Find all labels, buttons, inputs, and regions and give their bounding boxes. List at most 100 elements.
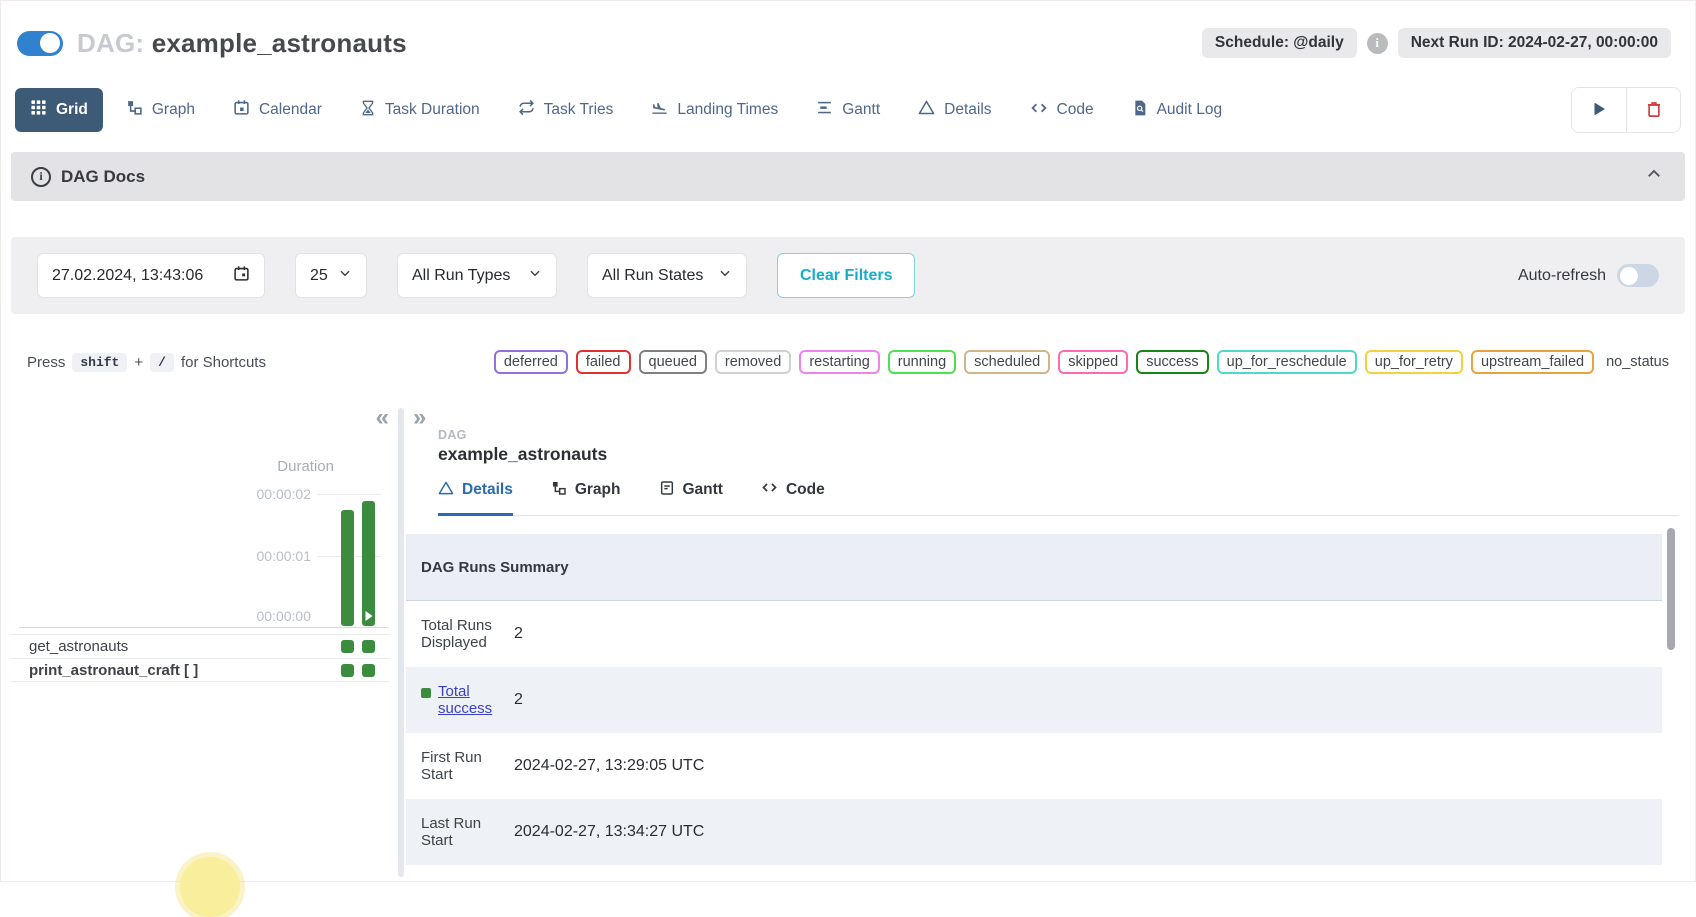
chevron-up-icon[interactable]: [1645, 165, 1663, 188]
panel-kicker: DAG: [438, 428, 1695, 442]
clear-filters-button[interactable]: Clear Filters: [777, 253, 915, 298]
play-icon: [1590, 100, 1608, 121]
triangle-icon: [438, 480, 454, 501]
task-list: get_astronauts print_astronaut_craft [ ]: [11, 634, 389, 682]
page-size-select[interactable]: 25: [295, 253, 367, 298]
task-instance-square[interactable]: [362, 664, 375, 677]
y-tick: 00:00:01: [191, 548, 311, 564]
state-legend: deferred failed queued removed restartin…: [494, 350, 1669, 374]
shortcuts-text: for Shortcuts: [181, 354, 266, 371]
plane-landing-icon: [651, 99, 668, 121]
task-name[interactable]: print_astronaut_craft [ ]: [11, 662, 198, 679]
state-badge-restarting[interactable]: restarting: [799, 350, 879, 374]
tab-gantt[interactable]: Gantt: [659, 479, 723, 516]
graph-icon: [551, 480, 567, 501]
state-badge-running[interactable]: running: [888, 350, 956, 374]
tab-gantt[interactable]: Gantt: [801, 88, 895, 132]
tab-task-duration[interactable]: Task Duration: [345, 89, 495, 132]
grid-panel: « Duration 00:00:02 00:00:01 00:00:00 ge…: [11, 400, 391, 877]
dag-name: example_astronauts: [152, 28, 407, 58]
state-badge-upstream-failed[interactable]: upstream_failed: [1471, 350, 1594, 374]
tab-task-tries[interactable]: Task Tries: [503, 88, 629, 132]
table-row: First Run Start 2024-02-27, 13:29:05 UTC: [406, 733, 1662, 799]
tab-label: Gantt: [683, 481, 723, 499]
table-row: Last Run Start 2024-02-27, 13:34:27 UTC: [406, 799, 1662, 865]
state-badge-failed[interactable]: failed: [576, 350, 631, 374]
dag-pause-toggle[interactable]: [17, 31, 63, 56]
main-area: « Duration 00:00:02 00:00:01 00:00:00 ge…: [1, 400, 1695, 877]
shift-key: shift: [72, 353, 127, 372]
filter-bar: 27.02.2024, 13:43:06 25 All Run Types Al…: [11, 237, 1685, 314]
doc-icon: [659, 480, 675, 501]
details-tabs: Details Graph Gantt Code: [438, 479, 1679, 516]
grid-icon: [30, 99, 47, 121]
dag-docs-bar[interactable]: i DAG Docs: [11, 152, 1685, 201]
vertical-scrollbar[interactable]: [1667, 528, 1675, 650]
run-types-select[interactable]: All Run Types: [397, 253, 557, 298]
task-instance-square[interactable]: [341, 664, 354, 677]
row-value: 2: [514, 691, 523, 709]
base-date-input[interactable]: 27.02.2024, 13:43:06: [37, 253, 265, 298]
row-label: Last Run Start: [406, 805, 514, 859]
state-badge-deferred[interactable]: deferred: [494, 350, 568, 374]
tab-details[interactable]: Details: [903, 88, 1006, 132]
row-label: Total Runs Displayed: [406, 607, 514, 661]
table-row: Total success 2: [406, 667, 1662, 733]
task-row[interactable]: print_astronaut_craft [ ]: [11, 658, 389, 682]
graph-icon: [126, 99, 143, 121]
total-success-link[interactable]: Total success: [438, 683, 514, 717]
tab-grid[interactable]: Grid: [15, 88, 103, 132]
state-badge-scheduled[interactable]: scheduled: [964, 350, 1050, 374]
task-row[interactable]: get_astronauts: [11, 634, 389, 658]
panel-resize-handle[interactable]: [398, 408, 404, 877]
details-panel: » DAG example_astronauts Details Graph G…: [391, 400, 1695, 877]
duration-axis-title: Duration: [191, 458, 334, 475]
trash-icon: [1645, 100, 1663, 121]
repeat-icon: [518, 99, 535, 121]
tab-audit-log[interactable]: Audit Log: [1117, 89, 1238, 132]
calendar-icon[interactable]: [233, 265, 250, 287]
state-badge-up-for-reschedule[interactable]: up_for_reschedule: [1217, 350, 1357, 374]
hourglass-icon: [360, 100, 376, 121]
collapse-panel-icon[interactable]: «: [376, 406, 389, 430]
task-instance-square[interactable]: [362, 640, 375, 653]
run-duration-bar[interactable]: [341, 510, 354, 626]
state-badge-queued[interactable]: queued: [639, 350, 707, 374]
expand-panel-icon[interactable]: »: [413, 406, 426, 430]
panel-title: example_astronauts: [438, 444, 1695, 465]
toggle-knob: [40, 33, 60, 53]
tab-code[interactable]: Code: [761, 479, 825, 516]
dag-prefix: DAG:: [77, 28, 144, 58]
run-duration-bar-selected[interactable]: [362, 501, 375, 626]
run-states-select[interactable]: All Run States: [587, 253, 747, 298]
tab-details[interactable]: Details: [438, 479, 513, 516]
tab-label: Details: [944, 101, 991, 119]
task-name[interactable]: get_astronauts: [11, 638, 128, 655]
tab-label: Gantt: [842, 101, 880, 119]
tab-calendar[interactable]: Calendar: [218, 88, 337, 132]
state-badge-success[interactable]: success: [1136, 350, 1208, 374]
state-label-no-status: no_status: [1606, 354, 1669, 370]
tab-graph[interactable]: Graph: [111, 88, 210, 132]
task-instance-square[interactable]: [341, 640, 354, 653]
state-badge-skipped[interactable]: skipped: [1058, 350, 1128, 374]
delete-dag-button[interactable]: [1626, 88, 1680, 132]
tab-landing-times[interactable]: Landing Times: [636, 88, 793, 132]
auto-refresh-toggle[interactable]: [1617, 264, 1659, 287]
next-run-badge: Next Run ID: 2024-02-27, 00:00:00: [1398, 28, 1671, 58]
table-header: DAG Runs Summary: [406, 549, 606, 586]
code-icon: [1030, 99, 1048, 122]
state-badge-up-for-retry[interactable]: up_for_retry: [1365, 350, 1463, 374]
tab-graph[interactable]: Graph: [551, 479, 621, 516]
tab-code[interactable]: Code: [1015, 88, 1109, 133]
shortcuts-hint: Press shift + / for Shortcuts: [27, 353, 266, 372]
toggle-knob: [1620, 267, 1638, 285]
state-badge-removed[interactable]: removed: [715, 350, 791, 374]
page-title: DAG: example_astronauts: [77, 28, 407, 59]
slash-key: /: [150, 353, 174, 372]
info-icon[interactable]: i: [1367, 33, 1388, 54]
trigger-dag-button[interactable]: [1572, 88, 1626, 132]
tab-label: Audit Log: [1157, 101, 1223, 119]
view-nav: Grid Graph Calendar Task Duration Task T…: [1, 87, 1695, 133]
success-bullet: [421, 688, 431, 698]
